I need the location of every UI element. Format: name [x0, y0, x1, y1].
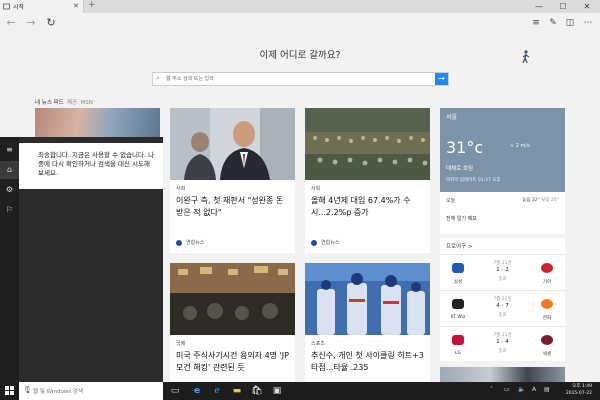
search-icon: ⌕: [156, 74, 160, 82]
news-title[interactable]: 올해 4년제 대입 67.4%가 수시...2.2%p 증가: [311, 195, 424, 219]
feedback-icon[interactable]: ⚐: [0, 201, 19, 219]
news-image: [170, 263, 295, 335]
weather-today-label: 오늘: [446, 198, 456, 204]
taskbar: 🎙 웹 및 Windows 검색 ▭ e ℯ ▬ 🛍 ▣ ˄ ▭ 🔈 A ▤ 오…: [0, 382, 600, 400]
partial-tile[interactable]: [440, 367, 565, 382]
share-icon[interactable]: ◫: [564, 17, 576, 29]
news-card[interactable]: 사회 이완구 측, 첫 재판서 "성완종 돈 받은 적 없다" 연합뉴스: [170, 108, 295, 253]
baseball-header-link[interactable]: 프로야구 >: [446, 242, 473, 250]
network-icon[interactable]: ▭: [504, 386, 510, 393]
news-category: 스포츠: [311, 341, 325, 347]
cortana-sidebar: ≡ ⌂ ⚙ ⚐: [0, 137, 19, 382]
weather-condition: 대체로 흐림: [446, 166, 474, 172]
hamburger-menu-icon[interactable]: ≡: [0, 141, 19, 159]
hanwha-logo-icon: [541, 299, 553, 309]
store-icon[interactable]: 🛍: [250, 384, 264, 398]
taskbar-clock[interactable]: 오후 1:49 2015-07-22: [566, 383, 592, 397]
more-icon[interactable]: ⋯: [582, 17, 594, 29]
news-title[interactable]: 추신수, 개인 첫 사이클링 히트+3타점...타율 .235: [311, 350, 424, 374]
minimize-button[interactable]: —: [528, 0, 550, 13]
weather-updated: 마지막 업데이트 01:37 오후: [446, 178, 501, 183]
refresh-icon[interactable]: ↻: [44, 16, 58, 30]
cortana-error-message: 죄송합니다. 지금은 사용할 수 없습니다. 나중에 다시 확인하거나 검색을 …: [19, 143, 163, 189]
nexen-logo-icon: [541, 335, 553, 345]
away-team-name: 한화: [542, 316, 552, 321]
news-image: [305, 263, 430, 335]
walking-figure-icon: [522, 50, 530, 64]
publisher-logo-icon: [176, 239, 182, 246]
news-publisher: 연합뉴스: [176, 239, 204, 246]
news-category: 국제: [176, 341, 186, 347]
tab-title: 시작: [13, 4, 25, 11]
ie-icon[interactable]: ℯ: [210, 384, 224, 398]
news-title[interactable]: 미국 주식사기시건 용의자 4명 'JP모건 해킹' 관련된 듯: [176, 350, 289, 374]
web-note-icon[interactable]: ✎: [547, 17, 559, 29]
game-row[interactable]: LG 7월 21일 1 - 4 종료 넥센: [440, 326, 565, 362]
news-category: 사회: [176, 186, 186, 192]
search-box: ⌕ →: [152, 72, 449, 86]
edge-tab-icon: [3, 3, 10, 10]
game-row[interactable]: 삼성 7월 21일 1 - 2 종료 기아: [440, 254, 565, 290]
navigation-bar: ← → ↻ ≡ ✎ ◫ ⋯: [0, 13, 600, 33]
close-tab-icon[interactable]: ✕: [73, 2, 79, 10]
maximize-button[interactable]: ☐: [552, 0, 574, 13]
notebook-icon[interactable]: ⚙: [0, 181, 19, 199]
news-card[interactable]: 스포츠 추신수, 개인 첫 사이클링 히트+3타점...타율 .235: [305, 263, 430, 382]
microphone-icon[interactable]: 🎙: [23, 386, 32, 394]
tab-bar: 시작 ✕ + — ☐ ✕: [0, 0, 600, 13]
news-image: [35, 108, 160, 138]
news-publisher: 연합뉴스: [311, 239, 339, 246]
clock-time: 오후 1:49: [572, 384, 592, 389]
news-card[interactable]: 국제 미국 주식사기시건 용의자 4명 'JP모건 해킹' 관련된 듯: [170, 263, 295, 382]
tray-up-arrow-icon[interactable]: ˄: [490, 386, 493, 393]
search-go-button[interactable]: →: [435, 73, 448, 85]
kia-logo-icon: [541, 263, 553, 273]
weather-high-low: 높음 32° 낮음 25°: [522, 198, 559, 203]
news-category: 사회: [311, 186, 321, 192]
weather-wind: ≈ 2 m/s: [510, 143, 530, 149]
taskbar-search-box[interactable]: 🎙 웹 및 Windows 검색: [19, 382, 163, 400]
forward-arrow-icon[interactable]: →: [24, 16, 38, 30]
home-icon[interactable]: ⌂: [0, 161, 19, 179]
news-card[interactable]: 사회 올해 4년제 대입 67.4%가 수시...2.2%p 증가 연합뉴스: [305, 108, 430, 253]
news-image: [440, 367, 565, 382]
game-row[interactable]: KT Wiz 7월 21일 4 - 7 종료 한화: [440, 290, 565, 326]
close-window-button[interactable]: ✕: [576, 0, 598, 13]
weather-city: 서울: [446, 114, 458, 121]
news-feed-label: 내 뉴스 피드 제공: MSN: [35, 100, 93, 106]
notifications-icon[interactable]: ▤: [544, 386, 550, 393]
feed-source: 제공: MSN: [66, 100, 93, 106]
task-view-icon[interactable]: ▭: [168, 384, 182, 398]
weather-temperature: 31°c: [446, 138, 484, 157]
weather-widget[interactable]: 서울 31°c ≈ 2 m/s 대체로 흐림 마지막 업데이트 01:37 오후: [440, 108, 565, 192]
away-team-name: 기아: [542, 280, 552, 285]
news-image: [170, 108, 295, 180]
news-title[interactable]: 이완구 측, 첫 재판서 "성완종 돈 받은 적 없다": [176, 195, 289, 219]
back-arrow-icon[interactable]: ←: [4, 16, 18, 30]
ime-icon[interactable]: A: [532, 386, 536, 393]
volume-icon[interactable]: 🔈: [518, 386, 525, 393]
hub-icon[interactable]: ≡: [530, 17, 542, 29]
clock-date: 2015-07-22: [565, 391, 592, 396]
taskbar-search-placeholder: 웹 및 Windows 검색: [33, 389, 84, 395]
weather-forecast-panel: 오늘 높음 32° 낮음 25° 전체 일기 예보: [440, 192, 565, 234]
windows-start-icon[interactable]: [0, 382, 19, 400]
away-team-name: 넥센: [542, 352, 552, 357]
new-tab-button[interactable]: +: [88, 0, 96, 10]
app-icon[interactable]: ▣: [270, 384, 284, 398]
news-image: [305, 108, 430, 180]
tab-start[interactable]: 시작 ✕: [0, 0, 84, 13]
publisher-logo-icon: [311, 239, 317, 246]
full-forecast-link[interactable]: 전체 일기 예보: [446, 215, 477, 222]
search-input[interactable]: [166, 74, 428, 84]
file-explorer-icon[interactable]: ▬: [230, 384, 244, 398]
news-card-hidden[interactable]: [35, 108, 160, 138]
baseball-scores-widget: 프로야구 > 삼성 7월 21일 1 - 2 종료 기아 KT Wiz 7월 2…: [440, 238, 565, 361]
edge-icon[interactable]: e: [190, 384, 204, 398]
page-headline: 이제 어디로 갈까요?: [259, 50, 341, 61]
